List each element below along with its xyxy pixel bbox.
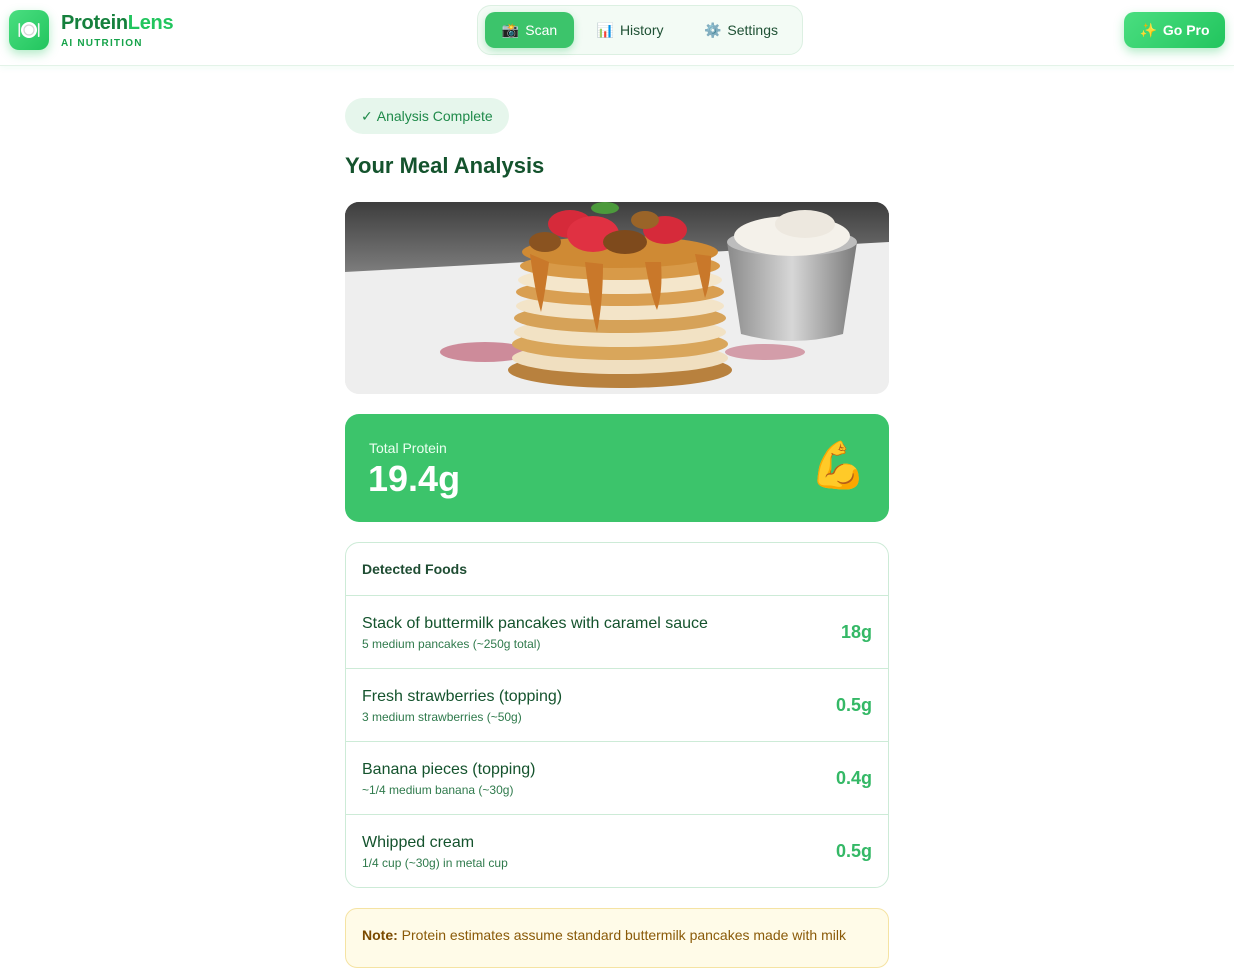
total-protein-card: Total Protein 19.4g 💪 [345, 414, 889, 522]
nav-tab-history[interactable]: 📊 History [582, 12, 678, 48]
meal-photo [345, 202, 889, 394]
total-protein-label: Total Protein [369, 440, 447, 456]
food-name: Fresh strawberries (topping) [362, 688, 563, 705]
page-title: Your Meal Analysis [345, 153, 545, 178]
brand-name-part1: Protein [61, 12, 128, 34]
gear-icon: ⚙️ [703, 21, 722, 38]
main-nav: 📸 Scan 📊 History ⚙️ Settings [477, 5, 803, 55]
food-name: Stack of buttermilk pancakes with carame… [362, 615, 708, 632]
status-badge-label: Analysis Complete [376, 108, 493, 124]
food-protein: 0.5g [835, 841, 872, 861]
note-text: Protein estimates assume standard butter… [401, 927, 846, 943]
food-protein: 0.4g [835, 768, 872, 788]
food-name: Banana pieces (topping) [362, 761, 536, 778]
bar-chart-icon: 📊 [596, 21, 614, 38]
plate-icon [18, 22, 40, 38]
food-name: Whipped cream [362, 834, 475, 851]
nav-tab-label: Settings [727, 22, 779, 38]
brand-name: ProteinLens [61, 12, 174, 35]
brand-name-part2: Lens [127, 12, 174, 34]
check-icon: ✓ [361, 107, 373, 124]
camera-icon: 📸 [501, 21, 520, 38]
nav-tab-label: History [619, 22, 664, 38]
food-item-row[interactable]: Stack of buttermilk pancakes with carame… [346, 596, 888, 669]
go-pro-button[interactable]: ✨ Go Pro [1124, 12, 1225, 48]
note-label: Note: [362, 927, 398, 943]
food-protein: 18g [840, 622, 872, 642]
food-item-row[interactable]: Whipped cream 1/4 cup (~30g) in metal cu… [346, 815, 888, 887]
sparkles-icon: ✨ [1139, 21, 1157, 38]
status-badge: ✓ Analysis Complete [345, 98, 509, 134]
go-pro-label: Go Pro [1162, 22, 1210, 38]
detected-foods-card: Detected Foods Stack of buttermilk panca… [345, 542, 889, 888]
brand-tagline: AI NUTRITION [61, 38, 143, 49]
pancake-stack-image [345, 202, 889, 394]
top-bar: ProteinLens AI NUTRITION 📸 Scan 📊 Histor… [0, 0, 1234, 66]
food-quantity: 5 medium pancakes (~250g total) [362, 637, 541, 651]
food-quantity: ~1/4 medium banana (~30g) [362, 783, 514, 797]
nav-tab-label: Scan [525, 22, 558, 38]
estimate-note: Note: Protein estimates assume standard … [345, 908, 889, 968]
flexed-bicep-icon: 💪 [809, 439, 867, 491]
food-item-row[interactable]: Fresh strawberries (topping) 3 medium st… [346, 669, 888, 742]
food-item-row[interactable]: Banana pieces (topping) ~1/4 medium bana… [346, 742, 888, 815]
nav-tab-settings[interactable]: ⚙️ Settings [688, 12, 794, 48]
app-logo[interactable] [9, 10, 49, 50]
food-quantity: 3 medium strawberries (~50g) [362, 710, 522, 724]
food-quantity: 1/4 cup (~30g) in metal cup [362, 856, 508, 870]
total-protein-value: 19.4g [368, 458, 461, 499]
nav-tab-scan[interactable]: 📸 Scan [485, 12, 574, 48]
food-protein: 0.5g [835, 695, 872, 715]
detected-foods-header: Detected Foods [346, 543, 888, 596]
